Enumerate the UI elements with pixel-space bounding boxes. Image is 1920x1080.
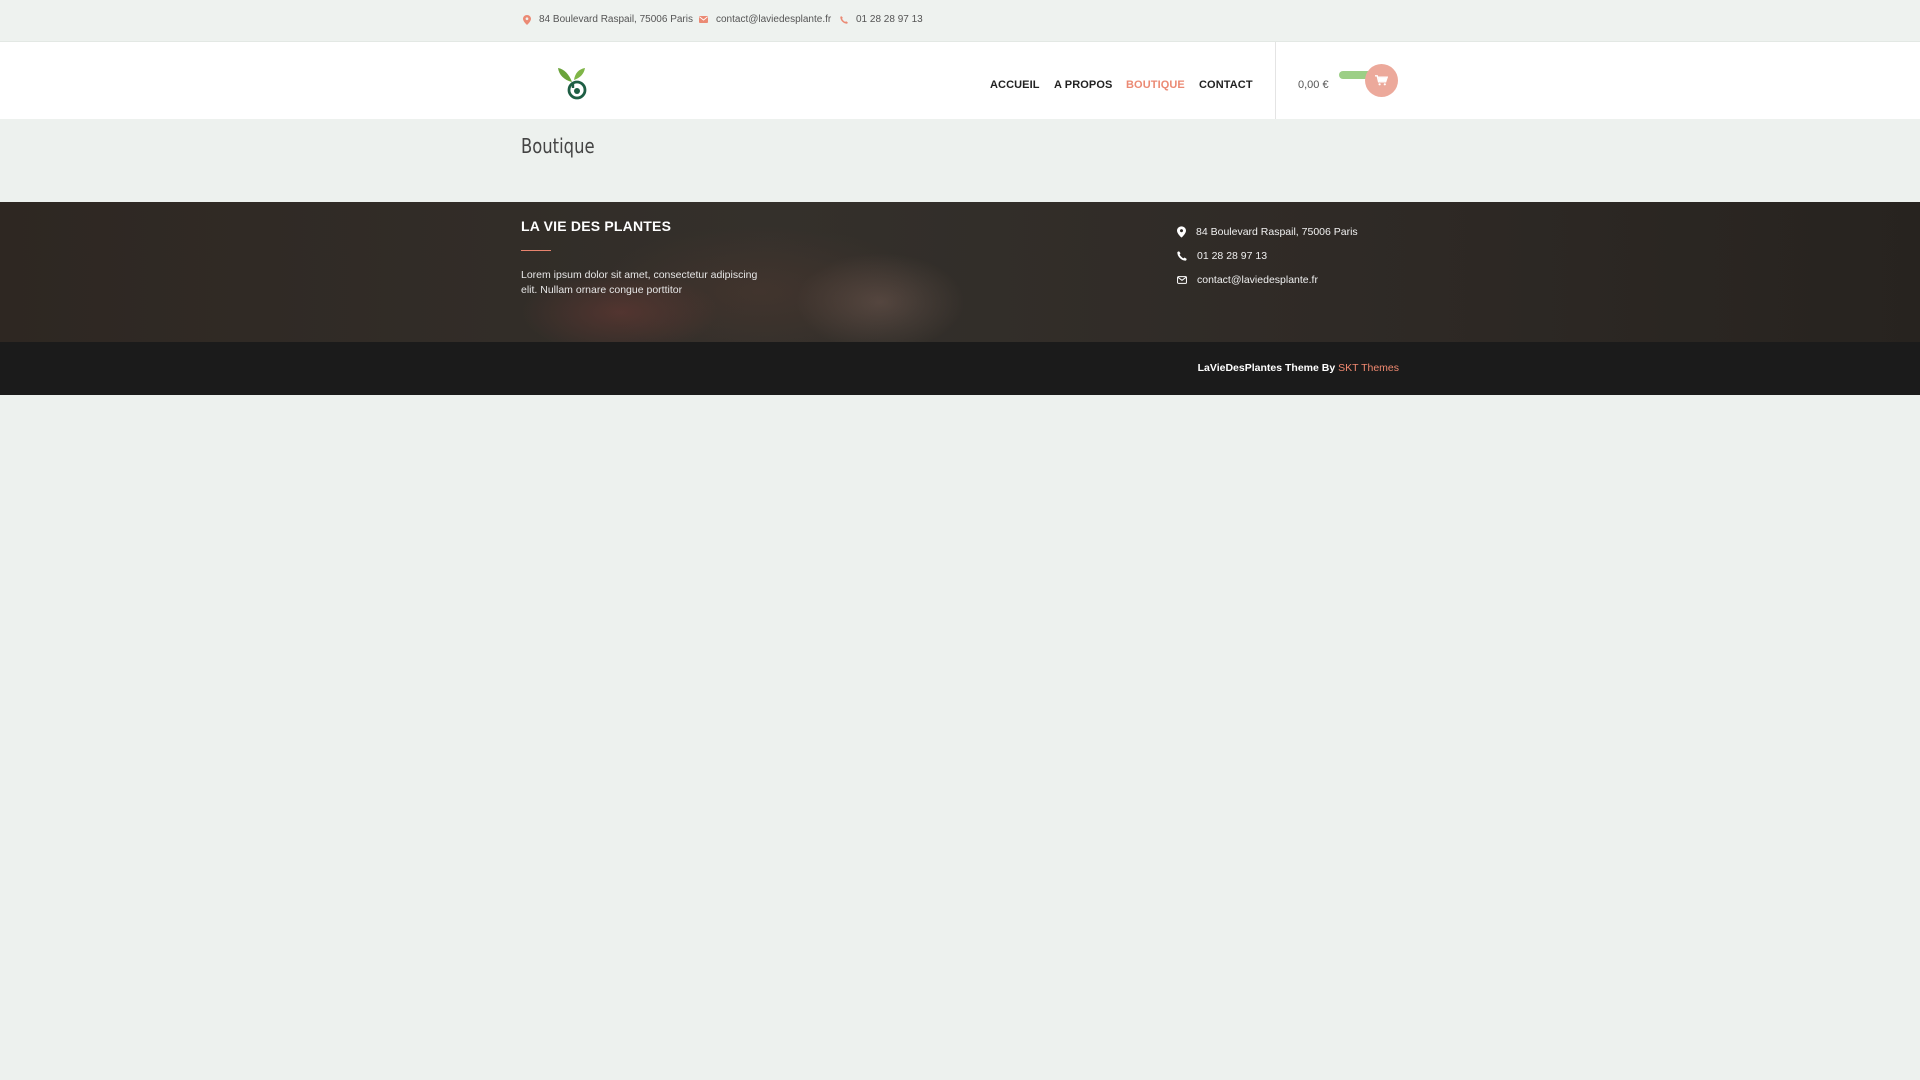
envelope-icon	[699, 16, 708, 23]
credits-prefix: LaVieDesPlantes Theme By	[1197, 362, 1336, 374]
footer-phone: 01 28 28 97 13	[1177, 250, 1267, 262]
site-footer: LA VIE DES PLANTES Lorem ipsum dolor sit…	[0, 202, 1920, 342]
site-header: ACCUEIL A PROPOS BOUTIQUE CONTACT 0,00 €	[0, 42, 1920, 119]
credits-link[interactable]: SKT Themes	[1338, 362, 1399, 374]
topbar-address: 84 Boulevard Raspail, 75006 Paris	[523, 14, 693, 25]
phone-icon	[840, 15, 848, 24]
footer-email[interactable]: contact@laviedesplante.fr	[1177, 274, 1318, 286]
bottom-bar: LaVieDesPlantes Theme By SKT Themes	[0, 342, 1920, 395]
nav-item-accueil[interactable]: ACCUEIL	[990, 79, 1040, 91]
footer-email-text[interactable]: contact@laviedesplante.fr	[1197, 274, 1318, 286]
page-title: Boutique	[521, 134, 595, 158]
header-divider	[1275, 42, 1276, 119]
topbar-email-text[interactable]: contact@laviedesplante.fr	[716, 14, 831, 25]
topbar-address-text: 84 Boulevard Raspail, 75006 Paris	[539, 14, 693, 25]
envelope-icon	[1177, 276, 1187, 284]
nav-item-contact[interactable]: CONTACT	[1199, 79, 1253, 91]
footer-title-underline	[521, 250, 551, 251]
nav-item-a-propos[interactable]: A PROPOS	[1054, 79, 1112, 91]
footer-title: LA VIE DES PLANTES	[521, 218, 672, 234]
plant-sprout-logo[interactable]	[555, 60, 593, 100]
footer-description: Lorem ipsum dolor sit amet, consectetur …	[521, 269, 758, 296]
nav-item-boutique[interactable]: BOUTIQUE	[1126, 79, 1185, 91]
cart-button[interactable]	[1365, 64, 1398, 97]
shopping-cart-icon	[1375, 75, 1388, 86]
cart-total[interactable]: 0,00 €	[1298, 79, 1329, 91]
logo-icon	[558, 68, 587, 100]
topbar-email[interactable]: contact@laviedesplante.fr	[699, 14, 831, 25]
footer-address-text: 84 Boulevard Raspail, 75006 Paris	[1196, 226, 1358, 238]
theme-credits: LaVieDesPlantes Theme By SKT Themes	[1198, 362, 1399, 374]
top-info-bar: 84 Boulevard Raspail, 75006 Paris contac…	[0, 0, 1920, 42]
footer-phone-text: 01 28 28 97 13	[1197, 250, 1268, 262]
map-marker-icon	[1177, 226, 1186, 238]
topbar-phone: 01 28 28 97 13	[840, 14, 923, 25]
map-marker-icon	[523, 14, 531, 25]
phone-icon	[1177, 251, 1187, 261]
footer-address: 84 Boulevard Raspail, 75006 Paris	[1177, 226, 1358, 238]
topbar-phone-text: 01 28 28 97 13	[856, 14, 923, 25]
